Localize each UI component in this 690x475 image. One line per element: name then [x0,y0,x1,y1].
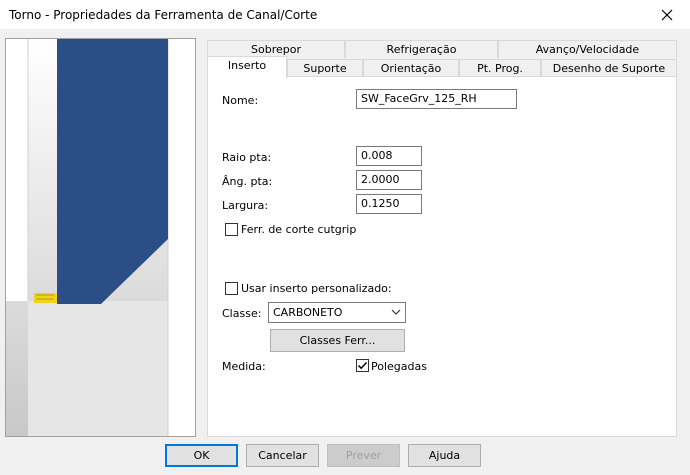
radius-field[interactable]: 0.008 [356,146,422,166]
tab-desenho-de-suporte[interactable]: Desenho de Suporte [541,59,677,77]
cancel-button[interactable]: Cancelar [246,444,319,467]
stock-left [6,39,28,301]
custom-insert-label: Usar inserto personalizado: [241,282,392,295]
inches-checkbox[interactable] [356,359,369,372]
tab-avanco-velocidade[interactable]: Avanço/Velocidade [498,40,677,58]
help-button[interactable]: Ajuda [408,444,481,467]
custom-insert-checkbox[interactable] [225,282,238,295]
tool-classes-button[interactable]: Classes Ferr... [270,329,405,352]
title-bar: Torno - Propriedades da Ferramenta de Ca… [0,0,690,30]
tab-pt-prog[interactable]: Pt. Prog. [459,59,541,77]
stock-bottom [28,301,168,436]
chevron-down-icon [391,309,401,315]
class-select-value: CARBONETO [273,306,343,319]
preview-button[interactable]: Prever [327,444,400,467]
tab-inserto[interactable]: Inserto [207,56,287,78]
close-button[interactable] [644,0,690,30]
cutgrip-checkbox[interactable] [225,223,238,236]
class-select[interactable]: CARBONETO [268,302,406,323]
angle-field[interactable]: 2.0000 [356,170,422,190]
angle-label: Âng. pta: [222,175,273,188]
close-icon [661,9,673,21]
ok-button[interactable]: OK [165,444,238,467]
check-icon [357,361,368,370]
tab-suporte[interactable]: Suporte [287,59,363,77]
unit-label: Medida: [222,360,266,373]
class-label: Classe: [222,307,262,320]
inserto-panel [207,76,677,437]
name-field[interactable]: SW_FaceGrv_125_RH [356,89,517,109]
name-label: Nome: [222,94,259,107]
width-label: Largura: [222,199,269,212]
inches-label: Polegadas [371,360,427,373]
window-title: Torno - Propriedades da Ferramenta de Ca… [9,8,318,22]
radius-label: Raio pta: [222,151,272,164]
tool-preview [5,38,196,437]
stock-right [168,39,195,436]
tab-orientacao[interactable]: Orientação [363,59,459,77]
cutgrip-label: Ferr. de corte cutgrip [241,223,357,236]
tab-refrigeracao[interactable]: Refrigeração [345,40,498,58]
width-field[interactable]: 0.1250 [356,194,422,214]
